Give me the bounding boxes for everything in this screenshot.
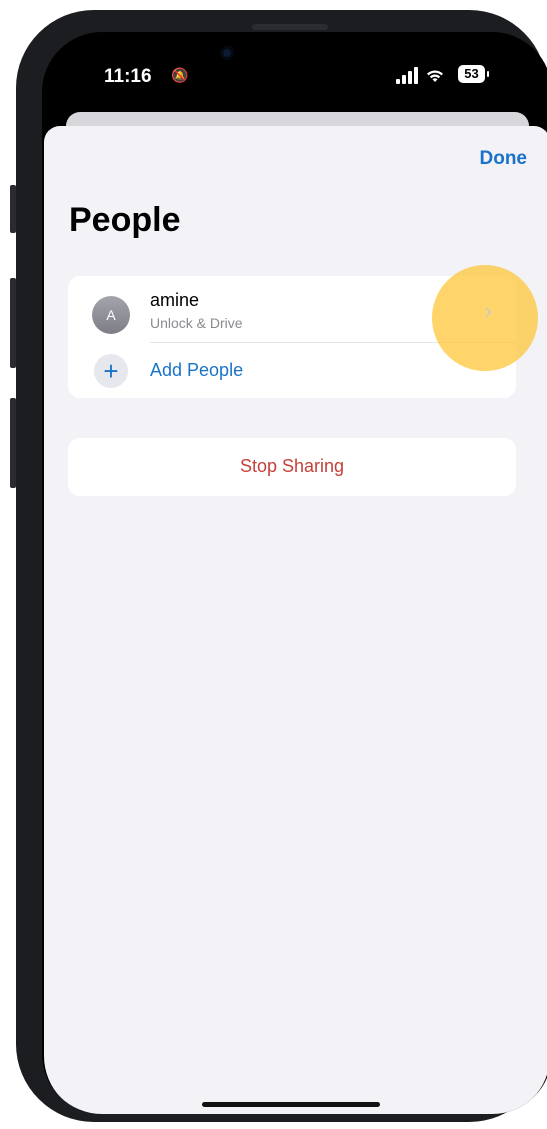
volume-up-button: [10, 278, 16, 368]
front-camera: [220, 46, 234, 60]
speaker-slot: [252, 24, 328, 30]
bell-slash-icon: 🔕: [171, 67, 189, 83]
volume-down-button: [10, 398, 16, 488]
people-sheet: Done People A amine Unlock & Drive › + A…: [44, 126, 547, 1114]
home-indicator[interactable]: [202, 1102, 380, 1107]
screen: 11:16 🔕 53 Done People A amine Unlock & …: [42, 32, 547, 1114]
chevron-right-icon[interactable]: ›: [485, 298, 492, 324]
done-button[interactable]: Done: [480, 148, 528, 170]
wifi-icon: [426, 67, 444, 88]
page-title: People: [69, 201, 181, 239]
cellular-signal-icon: [396, 67, 420, 84]
stop-sharing-label: Stop Sharing: [239, 456, 345, 476]
person-permission: Unlock & Drive: [150, 315, 243, 331]
avatar: A: [92, 296, 130, 334]
stop-sharing-button[interactable]: Stop Sharing: [68, 438, 516, 496]
phone-frame: 11:16 🔕 53 Done People A amine Unlock & …: [16, 10, 547, 1122]
status-bar: 11:16 🔕 53: [42, 32, 547, 102]
plus-icon: +: [94, 354, 128, 388]
action-button: [10, 185, 16, 233]
status-time: 11:16: [104, 66, 152, 87]
battery-indicator: 53: [458, 65, 489, 83]
person-name: amine: [150, 290, 200, 310]
add-people-label: Add People: [150, 360, 244, 380]
